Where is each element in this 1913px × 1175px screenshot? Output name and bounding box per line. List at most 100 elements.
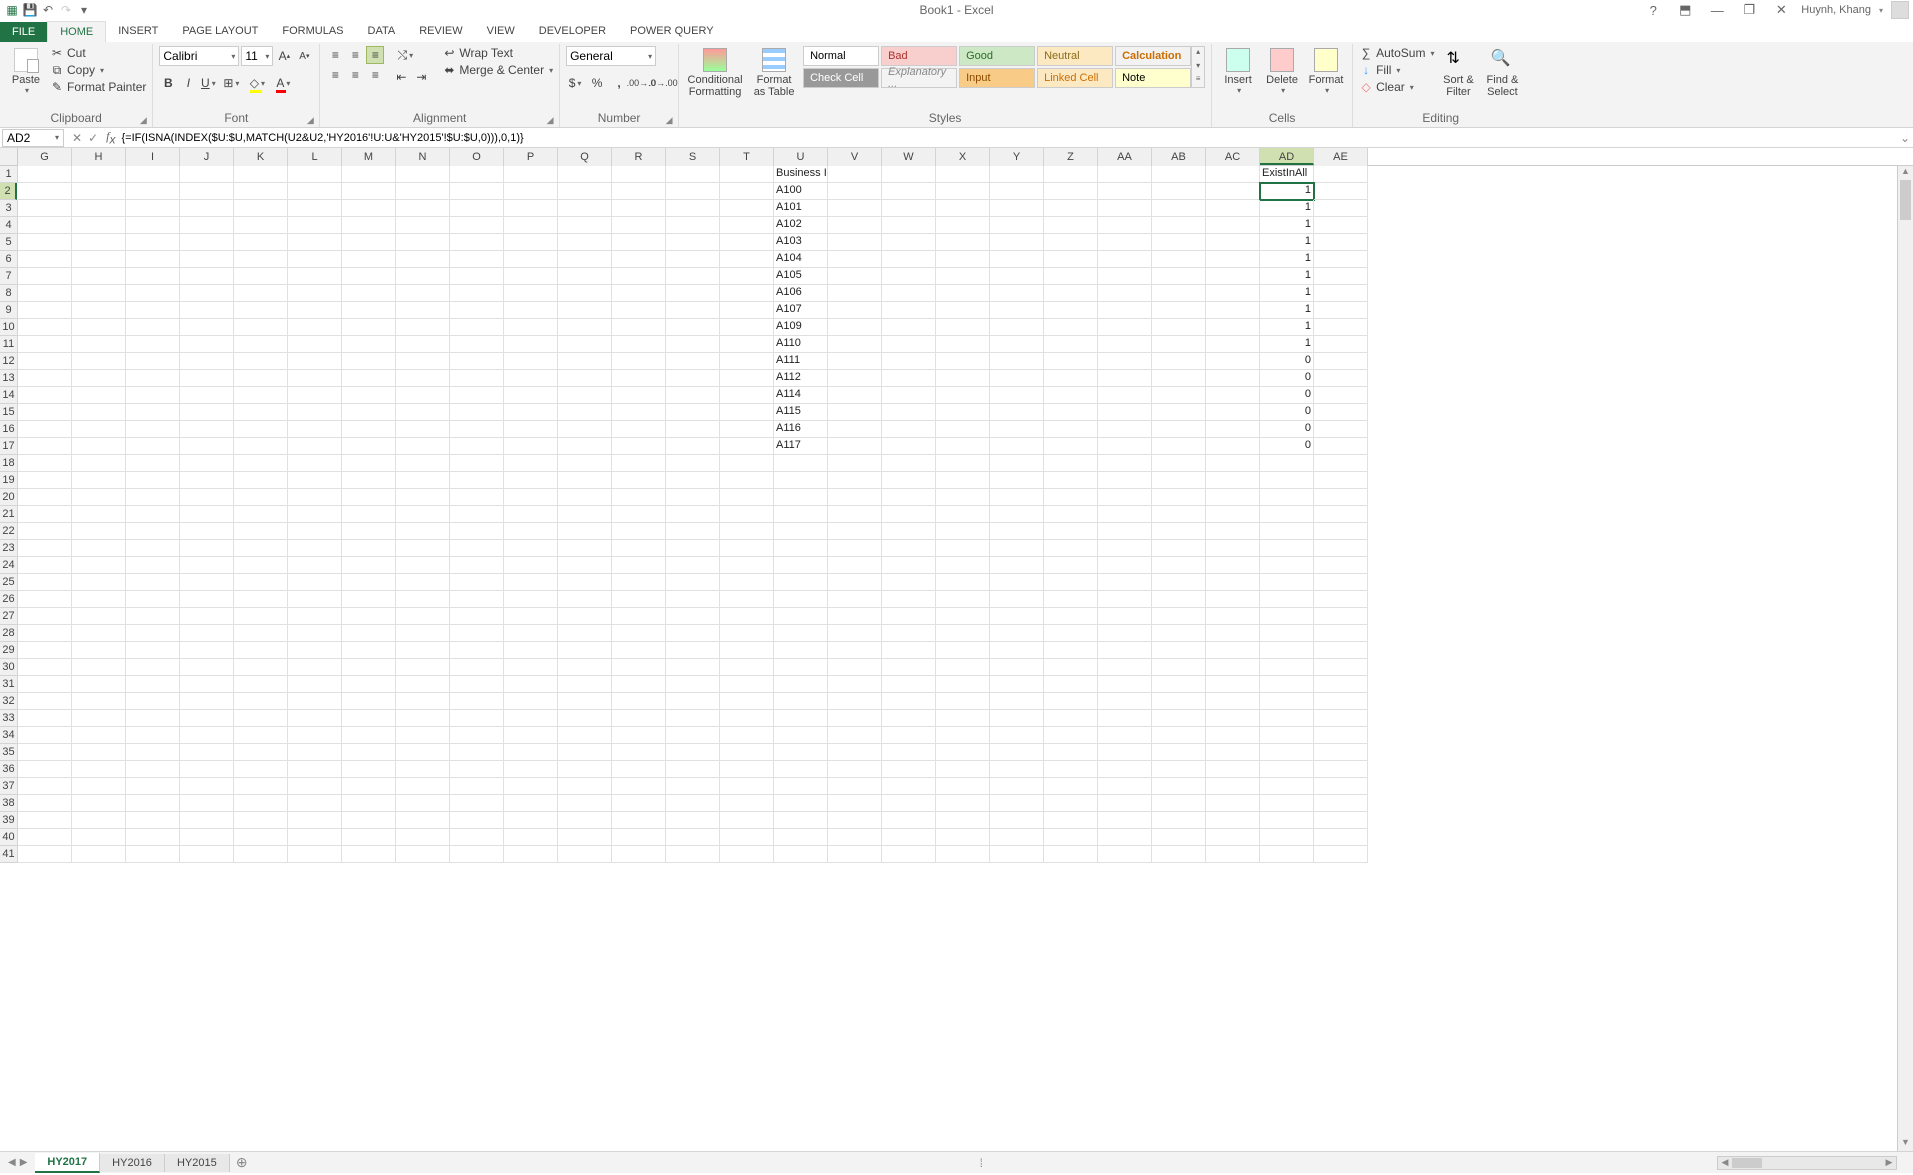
cell-I38[interactable]	[126, 795, 180, 812]
cell-N35[interactable]	[396, 744, 450, 761]
column-header-J[interactable]: J	[180, 148, 234, 166]
row-header-27[interactable]: 27	[0, 608, 18, 625]
cell-AE6[interactable]	[1314, 251, 1368, 268]
cell-O30[interactable]	[450, 659, 504, 676]
cell-AB8[interactable]	[1152, 285, 1206, 302]
cell-AC40[interactable]	[1206, 829, 1260, 846]
cell-I36[interactable]	[126, 761, 180, 778]
cell-L6[interactable]	[288, 251, 342, 268]
cell-H18[interactable]	[72, 455, 126, 472]
cell-P12[interactable]	[504, 353, 558, 370]
cell-N4[interactable]	[396, 217, 450, 234]
cell-K7[interactable]	[234, 268, 288, 285]
cell-G18[interactable]	[18, 455, 72, 472]
bold-button[interactable]: B	[159, 74, 177, 92]
cell-V17[interactable]	[828, 438, 882, 455]
cell-Q40[interactable]	[558, 829, 612, 846]
fill-button[interactable]: ↓Fill▾	[1359, 63, 1434, 77]
cell-AA22[interactable]	[1098, 523, 1152, 540]
cell-N13[interactable]	[396, 370, 450, 387]
scroll-right-icon[interactable]: ▶	[1882, 1157, 1896, 1168]
cell-I13[interactable]	[126, 370, 180, 387]
cell-AE20[interactable]	[1314, 489, 1368, 506]
cell-G5[interactable]	[18, 234, 72, 251]
cell-AC19[interactable]	[1206, 472, 1260, 489]
cell-M32[interactable]	[342, 693, 396, 710]
cell-T37[interactable]	[720, 778, 774, 795]
cell-M41[interactable]	[342, 846, 396, 863]
row-header-15[interactable]: 15	[0, 404, 18, 421]
cell-N39[interactable]	[396, 812, 450, 829]
cell-AE11[interactable]	[1314, 336, 1368, 353]
cell-P36[interactable]	[504, 761, 558, 778]
cell-M21[interactable]	[342, 506, 396, 523]
cell-M1[interactable]	[342, 166, 396, 183]
cell-O33[interactable]	[450, 710, 504, 727]
cell-J29[interactable]	[180, 642, 234, 659]
cell-K13[interactable]	[234, 370, 288, 387]
cell-O9[interactable]	[450, 302, 504, 319]
sheet-tab-hy2016[interactable]: HY2016	[100, 1154, 165, 1172]
cell-I8[interactable]	[126, 285, 180, 302]
cell-Q8[interactable]	[558, 285, 612, 302]
cell-S11[interactable]	[666, 336, 720, 353]
cell-T4[interactable]	[720, 217, 774, 234]
cell-V16[interactable]	[828, 421, 882, 438]
cell-M17[interactable]	[342, 438, 396, 455]
cell-Y26[interactable]	[990, 591, 1044, 608]
tab-page-layout[interactable]: PAGE LAYOUT	[170, 21, 270, 42]
cell-I16[interactable]	[126, 421, 180, 438]
cell-J34[interactable]	[180, 727, 234, 744]
cell-K9[interactable]	[234, 302, 288, 319]
formula-input[interactable]	[119, 130, 1897, 146]
cell-Q18[interactable]	[558, 455, 612, 472]
cell-M10[interactable]	[342, 319, 396, 336]
cell-S40[interactable]	[666, 829, 720, 846]
cell-Y12[interactable]	[990, 353, 1044, 370]
cell-V40[interactable]	[828, 829, 882, 846]
cell-V13[interactable]	[828, 370, 882, 387]
cell-AE29[interactable]	[1314, 642, 1368, 659]
cell-U12[interactable]: A111	[774, 353, 828, 370]
cell-P27[interactable]	[504, 608, 558, 625]
cell-O8[interactable]	[450, 285, 504, 302]
cell-U14[interactable]: A114	[774, 387, 828, 404]
cell-K22[interactable]	[234, 523, 288, 540]
cell-AE22[interactable]	[1314, 523, 1368, 540]
cell-J39[interactable]	[180, 812, 234, 829]
cell-AA10[interactable]	[1098, 319, 1152, 336]
cell-AD8[interactable]: 1	[1260, 285, 1314, 302]
cell-W25[interactable]	[882, 574, 936, 591]
cell-N3[interactable]	[396, 200, 450, 217]
percent-format-button[interactable]: %	[588, 74, 606, 92]
column-header-T[interactable]: T	[720, 148, 774, 166]
cell-W12[interactable]	[882, 353, 936, 370]
cell-W11[interactable]	[882, 336, 936, 353]
cell-U3[interactable]: A101	[774, 200, 828, 217]
cell-AC36[interactable]	[1206, 761, 1260, 778]
cell-M22[interactable]	[342, 523, 396, 540]
cell-O17[interactable]	[450, 438, 504, 455]
cell-AB22[interactable]	[1152, 523, 1206, 540]
cell-Z23[interactable]	[1044, 540, 1098, 557]
cell-AE36[interactable]	[1314, 761, 1368, 778]
cell-O26[interactable]	[450, 591, 504, 608]
cell-K6[interactable]	[234, 251, 288, 268]
cell-P19[interactable]	[504, 472, 558, 489]
cell-P13[interactable]	[504, 370, 558, 387]
cell-U38[interactable]	[774, 795, 828, 812]
cell-AA40[interactable]	[1098, 829, 1152, 846]
row-header-7[interactable]: 7	[0, 268, 18, 285]
cell-U32[interactable]	[774, 693, 828, 710]
cell-G17[interactable]	[18, 438, 72, 455]
cell-T28[interactable]	[720, 625, 774, 642]
cell-L5[interactable]	[288, 234, 342, 251]
cell-AB23[interactable]	[1152, 540, 1206, 557]
cell-H22[interactable]	[72, 523, 126, 540]
cell-G8[interactable]	[18, 285, 72, 302]
cell-J38[interactable]	[180, 795, 234, 812]
cell-V39[interactable]	[828, 812, 882, 829]
cut-button[interactable]: ✂Cut	[50, 46, 146, 60]
cell-J31[interactable]	[180, 676, 234, 693]
cell-AB1[interactable]	[1152, 166, 1206, 183]
